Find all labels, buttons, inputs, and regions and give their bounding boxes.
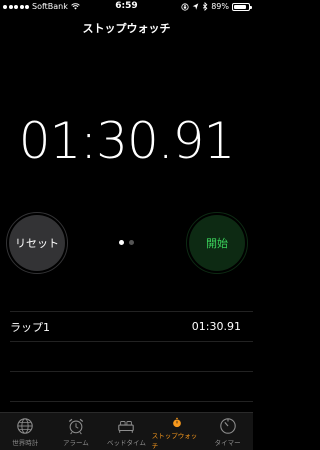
alarm-clock-icon [68, 418, 84, 435]
bluetooth-icon [203, 2, 208, 11]
tab-bedtime[interactable]: ベッドタイム [101, 413, 152, 450]
tab-label: ベッドタイム [107, 439, 146, 447]
globe-icon [17, 418, 34, 434]
lap-list: ラップ1 01:30.91 [0, 311, 253, 402]
start-button[interactable]: 開始 [186, 212, 248, 274]
lap-label: ラップ1 [10, 320, 50, 334]
status-bar: SoftBank 6:59 89% [0, 0, 253, 14]
page-dot[interactable] [129, 240, 134, 245]
battery-percent: 89% [211, 2, 229, 11]
lap-divider [10, 401, 253, 402]
lap-row: ラップ1 01:30.91 [0, 312, 253, 341]
location-icon [192, 2, 199, 10]
empty-lap-row [0, 342, 253, 371]
orientation-lock-icon [181, 2, 189, 11]
page-dot[interactable] [119, 240, 124, 245]
stopwatch-icon [173, 417, 181, 428]
battery-icon [232, 2, 252, 11]
tab-label: 世界時計 [12, 439, 39, 447]
tab-bar: 世界時計 アラーム ベッドタイム ストップウォッチ タイマー [0, 412, 253, 450]
tab-label: タイマー [214, 439, 241, 447]
tab-label: アラーム [62, 439, 89, 447]
start-button-label: 開始 [206, 237, 228, 250]
page-title: ストップウォッチ [82, 22, 171, 35]
tab-alarm[interactable]: アラーム [51, 413, 102, 450]
timer-icon [219, 418, 236, 434]
empty-lap-row [0, 372, 253, 401]
tab-label: ストップウォッチ [151, 432, 198, 450]
status-right: 89% [181, 2, 252, 11]
stopwatch-time-display: 01:30.91 [18, 112, 236, 170]
tab-stopwatch[interactable]: ストップウォッチ [152, 413, 203, 450]
tab-world-clock[interactable]: 世界時計 [0, 413, 51, 450]
lap-time: 01:30.91 [191, 320, 241, 333]
bed-icon [118, 421, 135, 433]
battery-fill [234, 4, 247, 9]
tab-timer[interactable]: タイマー [202, 413, 253, 450]
